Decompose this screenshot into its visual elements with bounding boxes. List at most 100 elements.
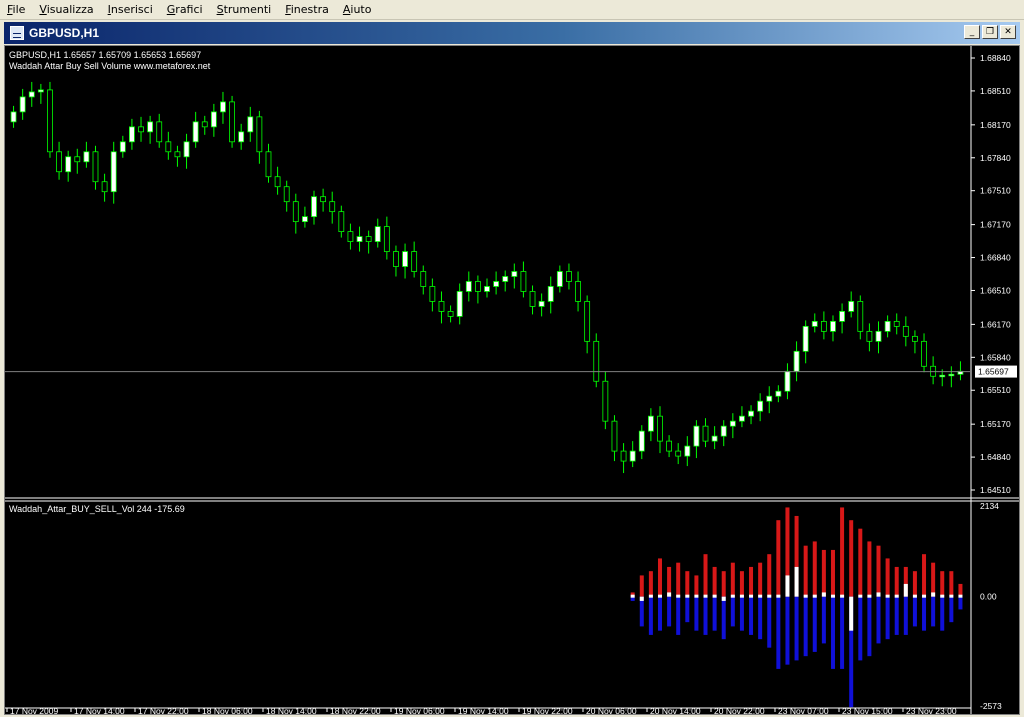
candle-body [56,151,62,173]
candle-body [37,89,44,93]
candle-body [511,271,518,277]
candle-body [520,271,527,292]
sell-volume-bar [758,596,763,640]
candle-body [302,216,308,223]
symbol-info-line: GBPUSD,H1 1.65657 1.65709 1.65653 1.6569… [9,50,201,60]
candle-body [19,96,26,113]
minimize-button[interactable]: _ [964,25,980,39]
candle-body [611,420,618,452]
sell-volume-bar [712,596,717,631]
net-volume-bar [858,594,863,598]
candle-body [383,226,390,252]
candle-body [748,410,754,417]
menu-inserisci[interactable]: Inserisci [101,3,160,16]
menu-file[interactable]: File [0,3,32,16]
candle-body [702,425,709,442]
buy-volume-bar [749,566,754,597]
sell-volume-bar [885,596,890,640]
candle-body [757,400,764,412]
candle-body [110,151,117,193]
candle-body [174,151,181,158]
net-volume-bar [730,594,735,598]
candle-body [210,111,217,128]
indicator-label: Waddah Attar Buy Sell Volume www.metafor… [9,61,211,71]
sell-volume-bar [858,596,863,661]
buy-volume-bar [821,549,826,597]
candle-body [893,320,900,327]
sell-volume-bar [803,596,808,657]
menu-finestra[interactable]: Finestra [278,3,336,16]
buy-volume-bar [694,575,699,597]
sell-volume-bar [676,596,681,635]
buy-volume-bar [876,545,881,597]
net-volume-bar [758,594,763,598]
menu-visualizza[interactable]: Visualizza [32,3,100,16]
time-tick-label: 17 Nov 22:00 [138,706,189,714]
candle-body [857,301,864,332]
candle-body [484,286,490,292]
candle-body [939,374,946,378]
net-volume-bar [949,594,954,598]
candle-body [338,211,345,232]
time-tick-label: 19 Nov 14:00 [458,706,509,714]
buy-volume-bar [712,566,717,597]
candle-body [402,251,408,267]
window-titlebar[interactable]: GBPUSD,H1 _ ❐ ✕ [4,22,1020,44]
sell-volume-bar [739,596,744,631]
net-volume-bar [749,594,754,598]
chart-area[interactable]: 1.68840 1.68510 1.68170 1.67840 1.67510 1.671… [4,45,1020,715]
candle-body [529,291,536,307]
menu-strumenti[interactable]: Strumenti [210,3,279,16]
candle-body [10,111,17,123]
candle-body [374,226,381,242]
candle-body [447,311,454,317]
buy-volume-bar [657,558,662,597]
restore-button[interactable]: ❐ [982,25,998,39]
price-tick-label: 1.66170 [980,319,1011,329]
candle-body [657,415,663,442]
volume-tick-label: -2573 [980,701,1002,711]
candle-body [129,126,135,143]
chart-svg[interactable]: 1.68840 1.68510 1.68170 1.67840 1.67510 1.671… [5,46,1019,714]
candle-body [465,281,472,292]
sell-volume-bar [821,596,826,644]
candle-body [147,121,154,133]
time-tick-label: 20 Nov 06:00 [586,706,637,714]
buy-volume-bar [940,571,945,597]
menu-grafici[interactable]: Grafici [160,3,210,16]
buy-volume-bar [685,571,690,597]
sell-volume-bar [867,596,872,657]
candle-body [839,311,845,322]
sell-volume-bar [931,596,936,627]
candle-body [74,156,81,163]
menu-aiuto[interactable]: Aiuto [336,3,379,16]
candle-body [566,271,572,282]
net-volume-bar [903,583,908,597]
candle-body [912,335,918,342]
net-volume-bar [867,594,872,598]
candle-body [311,196,317,218]
buy-volume-bar [885,558,890,597]
price-tick-label: 1.64510 [980,485,1011,495]
sell-volume-bar [657,596,662,631]
candle-body [192,121,199,143]
net-volume-bar [703,594,708,598]
candle-body [347,231,354,242]
candle-body [238,131,245,143]
sell-volume-bar [812,596,817,652]
candle-body [584,301,591,342]
net-volume-bar [785,575,790,597]
candle-body [556,271,563,287]
window-controls: _ ❐ ✕ [964,25,1016,39]
sell-volume-bar [876,596,881,644]
price-tick-label: 1.65510 [980,385,1011,395]
buy-volume-bar [648,571,653,597]
close-button[interactable]: ✕ [1000,25,1016,39]
sell-volume-bar [730,596,735,627]
sell-volume-bar [767,596,772,648]
sell-volume-bar [894,596,899,635]
volume-tick-label: 2134 [980,501,999,511]
sell-volume-bar [639,596,644,627]
candle-body [474,281,481,292]
time-tick-label: 18 Nov 14:00 [266,706,317,714]
